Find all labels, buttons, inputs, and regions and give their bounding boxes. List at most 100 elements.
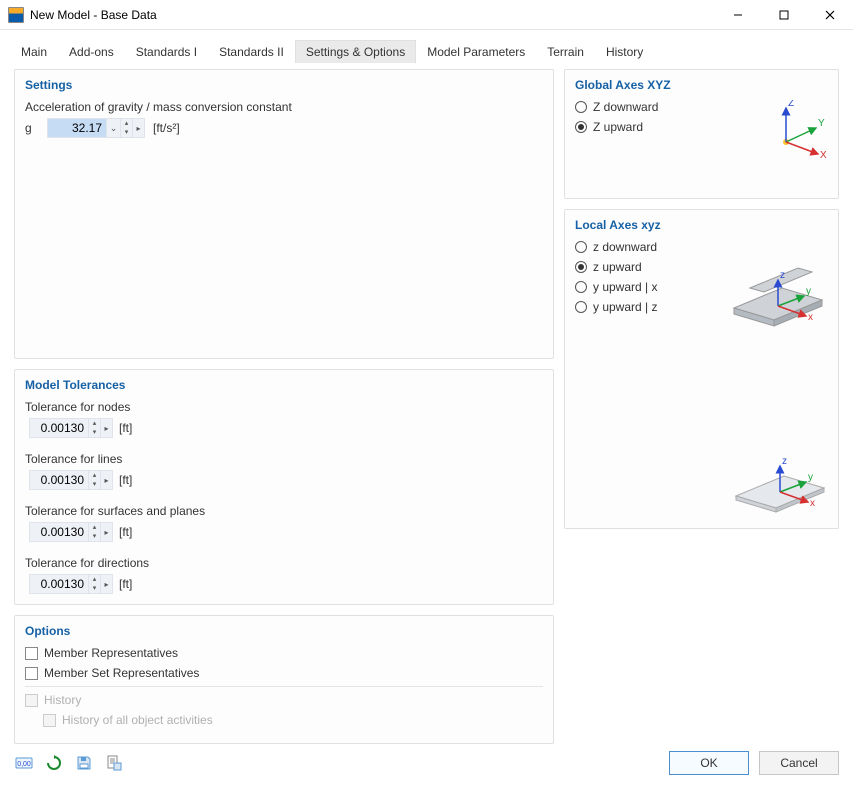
tol-surfaces-unit: [ft]	[119, 525, 132, 539]
window-title: New Model - Base Data	[30, 8, 715, 22]
ibeam-preview-icon: z y x	[724, 266, 834, 336]
tol-surfaces-input[interactable]	[30, 523, 88, 541]
tol-surfaces-play-icon[interactable]: ▸	[100, 523, 112, 541]
options-title: Options	[25, 624, 543, 638]
divider	[25, 686, 543, 687]
units-icon[interactable]: 0,00	[14, 753, 34, 773]
radio-icon	[575, 261, 587, 273]
svg-text:z: z	[780, 270, 785, 281]
cb-history: History	[25, 693, 543, 707]
radio-icon	[575, 121, 587, 133]
tab-settings-options[interactable]: Settings & Options	[295, 40, 416, 63]
tab-standards1[interactable]: Standards I	[125, 40, 208, 63]
refresh-icon[interactable]	[44, 753, 64, 773]
plane-preview-icon: z y x	[724, 452, 834, 522]
radio-local-z-downward[interactable]: z downward	[575, 240, 828, 254]
cb-member-set-reps-label: Member Set Representatives	[44, 666, 199, 680]
tol-directions-stepper[interactable]: ▴▾	[88, 575, 100, 593]
radio-icon	[575, 301, 587, 313]
settings-title: Settings	[25, 78, 543, 92]
checkbox-icon	[25, 647, 38, 660]
svg-text:Y: Y	[818, 118, 825, 129]
local-axes-title: Local Axes xyz	[575, 218, 828, 232]
tol-directions-label: Tolerance for directions	[25, 556, 543, 570]
tol-nodes-stepper[interactable]: ▴▾	[88, 419, 100, 437]
cb-history-all: History of all object activities	[25, 713, 543, 727]
tol-nodes-play-icon[interactable]: ▸	[100, 419, 112, 437]
tol-nodes-label: Tolerance for nodes	[25, 400, 543, 414]
svg-text:y: y	[806, 286, 811, 297]
tol-lines-spinner[interactable]: ▴▾ ▸	[29, 470, 113, 490]
gravity-spinner[interactable]: ⌄ ▴▾ ▸	[47, 118, 145, 138]
global-axes-panel: Global Axes XYZ Z downward Z upward	[564, 69, 839, 199]
tol-directions-unit: [ft]	[119, 577, 132, 591]
gravity-unit: [ft/s²]	[153, 121, 180, 135]
report-icon[interactable]	[104, 753, 124, 773]
tol-directions-input[interactable]	[30, 575, 88, 593]
svg-text:x: x	[808, 312, 813, 323]
svg-text:X: X	[820, 150, 827, 160]
local-axes-panel: Local Axes xyz z downward z upward y upw…	[564, 209, 839, 529]
save-icon[interactable]	[74, 753, 94, 773]
tol-lines-play-icon[interactable]: ▸	[100, 471, 112, 489]
tolerances-panel: Model Tolerances Tolerance for nodes ▴▾ …	[14, 369, 554, 605]
tol-surfaces-stepper[interactable]: ▴▾	[88, 523, 100, 541]
radio-label: y upward | x	[593, 280, 657, 294]
svg-text:0,00: 0,00	[17, 761, 31, 768]
cancel-button[interactable]: Cancel	[759, 751, 839, 775]
radio-label: z downward	[593, 240, 657, 254]
gravity-stepper[interactable]: ▴▾	[120, 119, 132, 137]
gravity-label: Acceleration of gravity / mass conversio…	[25, 100, 543, 114]
cb-history-label: History	[44, 693, 81, 707]
radio-label: z upward	[593, 260, 642, 274]
tab-standards2[interactable]: Standards II	[208, 40, 295, 63]
title-bar: New Model - Base Data	[0, 0, 853, 30]
radio-label: Z downward	[593, 100, 658, 114]
checkbox-icon	[43, 714, 56, 727]
tol-nodes-spinner[interactable]: ▴▾ ▸	[29, 418, 113, 438]
tol-directions-play-icon[interactable]: ▸	[100, 575, 112, 593]
global-axes-title: Global Axes XYZ	[575, 78, 828, 92]
tab-addons[interactable]: Add-ons	[58, 40, 125, 63]
radio-label: y upward | z	[593, 300, 657, 314]
footer: 0,00 OK Cancel	[14, 751, 839, 775]
minimize-button[interactable]	[715, 0, 761, 30]
gravity-symbol: g	[25, 121, 39, 135]
checkbox-icon	[25, 694, 38, 707]
cb-member-reps[interactable]: Member Representatives	[25, 646, 543, 660]
tab-main[interactable]: Main	[10, 40, 58, 63]
tabs: Main Add-ons Standards I Standards II Se…	[0, 30, 853, 63]
cb-member-reps-label: Member Representatives	[44, 646, 178, 660]
gravity-dropdown-icon[interactable]: ⌄	[106, 119, 120, 137]
tol-nodes-input[interactable]	[30, 419, 88, 437]
tab-terrain[interactable]: Terrain	[536, 40, 595, 63]
window-buttons	[715, 0, 853, 30]
gravity-play-icon[interactable]: ▸	[132, 119, 144, 137]
tab-model-parameters[interactable]: Model Parameters	[416, 40, 536, 63]
tol-lines-unit: [ft]	[119, 473, 132, 487]
checkbox-icon	[25, 667, 38, 680]
ok-button[interactable]: OK	[669, 751, 749, 775]
svg-text:y: y	[808, 472, 813, 483]
tol-directions-spinner[interactable]: ▴▾ ▸	[29, 574, 113, 594]
tol-lines-stepper[interactable]: ▴▾	[88, 471, 100, 489]
svg-text:Z: Z	[788, 100, 794, 109]
tol-lines-input[interactable]	[30, 471, 88, 489]
tol-surfaces-label: Tolerance for surfaces and planes	[25, 504, 543, 518]
tol-surfaces-spinner[interactable]: ▴▾ ▸	[29, 522, 113, 542]
maximize-button[interactable]	[761, 0, 807, 30]
axes3d-icon: Z Y X	[768, 100, 828, 160]
gravity-input[interactable]	[48, 119, 106, 137]
tol-nodes-unit: [ft]	[119, 421, 132, 435]
settings-panel: Settings Acceleration of gravity / mass …	[14, 69, 554, 359]
radio-icon	[575, 241, 587, 253]
svg-text:z: z	[782, 456, 787, 467]
tab-history[interactable]: History	[595, 40, 654, 63]
radio-label: Z upward	[593, 120, 643, 134]
close-button[interactable]	[807, 0, 853, 30]
cb-history-all-label: History of all object activities	[62, 713, 213, 727]
radio-icon	[575, 281, 587, 293]
cb-member-set-reps[interactable]: Member Set Representatives	[25, 666, 543, 680]
tolerances-title: Model Tolerances	[25, 378, 543, 392]
radio-icon	[575, 101, 587, 113]
